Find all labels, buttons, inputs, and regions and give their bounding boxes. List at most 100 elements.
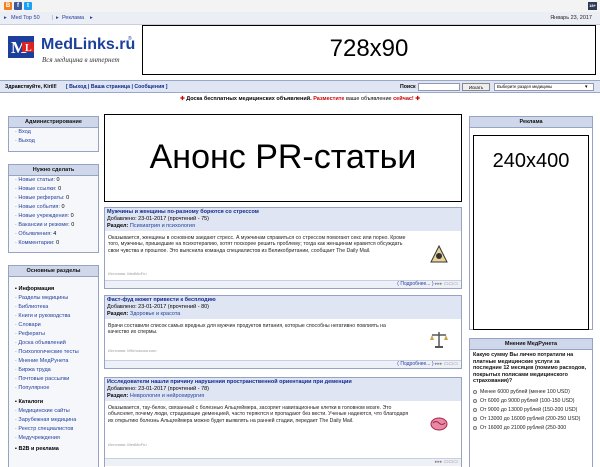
article-date: Добавлено: 23-01-2017 (прочтений - 80) — [107, 304, 210, 310]
brain-icon — [430, 417, 448, 431]
radio-icon[interactable] — [473, 416, 477, 421]
article-section[interactable]: Неврология и нейрохирургия — [130, 393, 204, 399]
free-ad-now[interactable]: сейчас! — [393, 96, 414, 102]
ads-panel: Реклама 240x400 — [469, 116, 593, 330]
admin-login-link[interactable]: · Вход — [9, 128, 98, 137]
home-icon[interactable]: ▸ — [4, 15, 7, 21]
registered-mark: ® — [128, 36, 132, 42]
article-body: Оказывается, женщины в основном заедают … — [108, 235, 406, 254]
info-heading: ▪ Информация — [15, 286, 55, 292]
article-section[interactable]: Здоровье и красота — [130, 311, 180, 317]
ads-title: Реклама — [470, 117, 592, 128]
top-strip: B f t 18+ — [0, 0, 600, 12]
free-ad-line: ✚ Доска бесплатных медицинских объявлени… — [0, 94, 600, 104]
todo-item[interactable]: · Новые рефераты: 0 — [9, 194, 98, 203]
info-item[interactable]: · Словари — [9, 321, 98, 330]
todo-item[interactable]: · Новые учреждения: 0 — [9, 212, 98, 221]
article-card: Исследователи нашли причину нарушения пр… — [104, 377, 462, 467]
free-ad-link[interactable]: Разместите — [313, 96, 344, 102]
nav-ads-link[interactable]: Реклама — [62, 15, 84, 21]
sections-title: Основные разделы — [9, 266, 98, 277]
poll-question: Какую сумму Вы лично потратили на платны… — [473, 352, 587, 385]
age-badge: 18+ — [588, 2, 597, 10]
nav-top50-link[interactable]: Med Top 50 — [11, 15, 40, 21]
poll-option[interactable]: От 9000 до 13000 рублей (150-200 USD) — [473, 407, 592, 414]
b2b-heading[interactable]: ▪ В2В и реклама — [9, 445, 98, 454]
more-link[interactable]: ( Подробнее... ) — [397, 281, 433, 287]
poll-panel: Мнение МедРунета Какую сумму Вы лично по… — [469, 338, 593, 467]
todo-item[interactable]: · Комментарии: 0 — [9, 239, 98, 248]
article-section[interactable]: Психиатрия и психология — [130, 223, 195, 229]
top-banner[interactable]: 728x90 — [142, 25, 596, 75]
catalog-heading: ▪ Каталоги — [15, 399, 44, 405]
nav-divider: | — [52, 15, 54, 21]
todo-item[interactable]: · Новые ссылки: 0 — [9, 185, 98, 194]
article-header: Исследователи нашли причину нарушения пр… — [105, 378, 461, 401]
sections-panel: Основные разделы ▪ Информация · Разделы … — [8, 265, 99, 467]
current-date: Январь 23, 2017 — [550, 15, 592, 21]
article-source: Источник: MedMoFru — [108, 271, 147, 276]
radio-icon[interactable] — [473, 425, 477, 430]
catalog-item[interactable]: · Медицинские сайты — [9, 407, 98, 416]
info-item[interactable]: · Библиотека — [9, 303, 98, 312]
pr-banner[interactable]: Анонс PR-статьи — [104, 114, 462, 202]
info-item[interactable]: · Книги и руководства — [9, 312, 98, 321]
logo-text[interactable]: MedLinks.ru — [41, 36, 135, 54]
logo-icon[interactable]: M L — [8, 34, 38, 60]
info-item[interactable]: · Разделы медицины — [9, 294, 98, 303]
share-icons[interactable]: ▸▸▸ ▭▭▭ — [435, 361, 458, 367]
poll-option[interactable]: От 16000 до 21000 рублей (250-300 — [473, 425, 592, 432]
article-body: Оказывается, тау-белок, связанный с боле… — [108, 405, 409, 424]
article-title[interactable]: Исследователи нашли причину нарушения пр… — [107, 379, 459, 386]
search-button[interactable]: Искать — [462, 83, 490, 91]
todo-item[interactable]: · Новые статьи: 0 — [9, 176, 98, 185]
admin-panel: Администрирование · Вход · Выход — [8, 116, 99, 152]
info-item[interactable]: · Мнение МедРунета — [9, 357, 98, 366]
free-ad-text2: ваше объявление — [346, 96, 392, 102]
catalog-item[interactable]: · Реестр специалистов — [9, 425, 98, 434]
admin-title: Администрирование — [9, 117, 98, 128]
todo-item[interactable]: · Новые события: 0 — [9, 203, 98, 212]
info-item[interactable]: · Биржа труда — [9, 366, 98, 375]
article-source: Источник: MKmoscow.com — [108, 348, 157, 353]
user-links[interactable]: [ Выход | Ваша страница | Сообщения ] — [66, 84, 167, 90]
article-date: Добавлено: 23-01-2017 (прочтений - 78) — [107, 386, 210, 392]
facebook-icon[interactable]: f — [14, 2, 22, 10]
poll-option[interactable]: От 13000 до 16000 рублей (200-250 USD) — [473, 416, 592, 423]
article-footer: ( Подробнее... ) ▸▸▸ ▭▭▭ — [105, 280, 461, 288]
article-title[interactable]: Мужчины и женщины по-разному борются со … — [107, 209, 459, 216]
info-item[interactable]: · Доска объявлений — [9, 339, 98, 348]
article-section-label: Раздел: — [107, 223, 129, 229]
twitter-icon[interactable]: t — [24, 2, 32, 10]
share-icons[interactable]: ▸▸▸ ▭▭▭ — [435, 459, 458, 465]
blogger-icon[interactable]: B — [4, 2, 12, 10]
article-header: Мужчины и женщины по-разному борются со … — [105, 208, 461, 231]
info-item[interactable]: · Рефераты — [9, 330, 98, 339]
more-link[interactable]: ( Подробнее... ) — [397, 361, 433, 367]
admin-logout-link[interactable]: · Выход — [9, 137, 98, 146]
todo-item[interactable]: · Объявления: 4 — [9, 230, 98, 239]
ads-banner[interactable]: 240x400 — [473, 135, 589, 330]
article-card: Фаст-фуд может привести к бесплодию Доба… — [104, 295, 462, 369]
article-source: Источник: MedMoFru — [108, 442, 147, 447]
info-item[interactable]: · Популярное — [9, 384, 98, 393]
section-select[interactable]: Выберите раздел медицины — [494, 83, 594, 91]
catalog-item[interactable]: · Медучреждения — [9, 434, 98, 443]
poll-title: Мнение МедРунета — [470, 339, 592, 350]
chevron-down-icon[interactable]: ▾ — [585, 84, 588, 90]
info-item[interactable]: · Почтовые рассылки — [9, 375, 98, 384]
radio-icon[interactable] — [473, 389, 477, 394]
search-label: Поиск — [400, 84, 416, 90]
poll-option[interactable]: От 6000 до 9000 рублей (100-150 USD) — [473, 398, 592, 405]
user-bar: Здравствуйте, Kirill! [ Выход | Ваша стр… — [0, 80, 600, 93]
poll-option[interactable]: Менее 6000 рублей (менее 100 USD) — [473, 389, 592, 396]
article-title[interactable]: Фаст-фуд может привести к бесплодию — [107, 297, 459, 304]
radio-icon[interactable] — [473, 398, 477, 403]
info-item[interactable]: · Психологические тесты — [9, 348, 98, 357]
search-input[interactable] — [418, 83, 460, 91]
radio-icon[interactable] — [473, 407, 477, 412]
todo-item[interactable]: · Вакансии и резюме: 0 — [9, 221, 98, 230]
article-header: Фаст-фуд может привести к бесплодию Доба… — [105, 296, 461, 319]
share-icons[interactable]: ▸▸▸ ▭▭▭ — [435, 281, 458, 287]
catalog-item[interactable]: · Зарубежная медицина — [9, 416, 98, 425]
